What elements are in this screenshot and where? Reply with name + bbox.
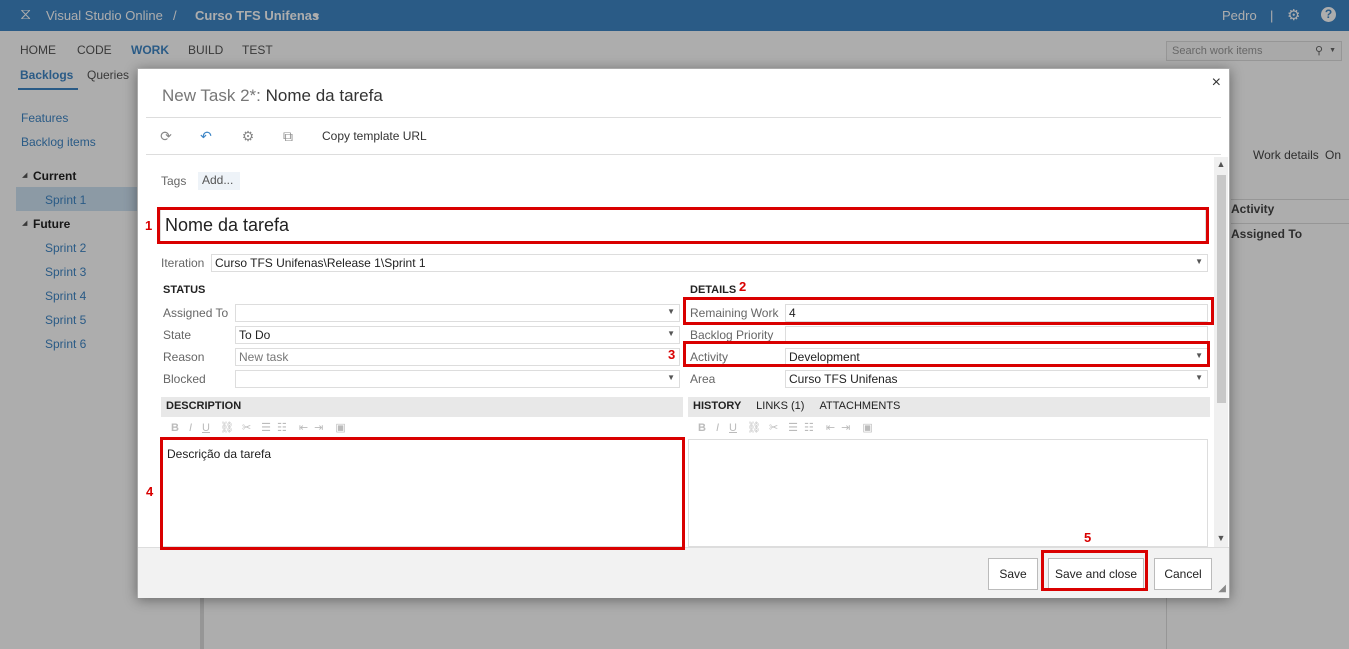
underline-icon[interactable]: U [202, 422, 210, 434]
numbered-list-icon[interactable]: ☷ [804, 422, 814, 434]
tags-label: Tags [161, 174, 187, 188]
status-heading: STATUS [163, 284, 206, 296]
resize-handle-icon[interactable]: ◢ [1218, 583, 1226, 594]
copy-template-url-button[interactable]: Copy template URL [322, 129, 427, 143]
italic-icon[interactable]: I [189, 422, 192, 434]
reason-field[interactable]: New task [235, 348, 680, 366]
close-icon[interactable]: × [1212, 74, 1221, 92]
history-editor[interactable] [688, 439, 1208, 547]
refresh-icon[interactable]: ⟳ [158, 128, 174, 144]
annotation-number: 2 [739, 279, 747, 294]
dialog-title-prefix: New Task 2*: [162, 86, 261, 105]
image-icon[interactable]: ▣ [862, 422, 872, 434]
scroll-thumb[interactable] [1217, 175, 1226, 403]
annotation-box-save-and-close [1041, 550, 1148, 591]
history-format-toolbar: B I U ⛓ ✂ ☰ ☷ ⇤ ⇥ ▣ [698, 421, 873, 441]
reason-value: New task [239, 350, 289, 364]
tab-history[interactable]: HISTORY [693, 400, 741, 412]
unlink-icon[interactable]: ✂ [242, 422, 251, 434]
area-select[interactable]: Curso TFS Unifenas ▼ [785, 370, 1208, 388]
dialog-toolbar: ⟳ ↶ ⚙ ⧉ Copy template URL [146, 117, 1221, 155]
area-value: Curso TFS Unifenas [789, 372, 898, 386]
numbered-list-icon[interactable]: ☷ [277, 422, 287, 434]
reason-label: Reason [163, 350, 205, 364]
state-label: State [163, 328, 192, 342]
assigned-to-select[interactable]: ▼ [235, 304, 680, 322]
annotation-box-remaining-work [683, 297, 1214, 325]
unlink-icon[interactable]: ✂ [769, 422, 778, 434]
indent-icon[interactable]: ⇥ [841, 422, 850, 434]
cancel-button[interactable]: Cancel [1154, 558, 1212, 590]
history-links-attachments-tabs: HISTORY LINKS (1) ATTACHMENTS [688, 397, 1210, 417]
annotation-number: 5 [1084, 530, 1092, 545]
outdent-icon[interactable]: ⇤ [299, 422, 308, 434]
outdent-icon[interactable]: ⇤ [826, 422, 835, 434]
link-icon[interactable]: ⛓ [747, 422, 761, 434]
scroll-down-icon[interactable]: ▼ [1215, 533, 1227, 543]
annotation-box-title [157, 207, 1209, 244]
image-icon[interactable]: ▣ [335, 422, 345, 434]
dialog-title: New Task 2*: Nome da tarefa [162, 86, 383, 106]
italic-icon[interactable]: I [716, 422, 719, 434]
annotation-box-activity [683, 341, 1210, 367]
backlog-priority-label: Backlog Priority [690, 328, 774, 342]
annotation-number: 4 [146, 484, 154, 499]
dialog-title-name: Nome da tarefa [265, 86, 383, 105]
scrollbar[interactable]: ▲ ▼ [1214, 157, 1228, 547]
chevron-down-icon[interactable]: ▼ [667, 329, 675, 338]
annotation-number: 1 [145, 218, 153, 233]
iteration-label: Iteration [161, 256, 205, 270]
bold-icon[interactable]: B [698, 422, 706, 434]
state-value: To Do [239, 328, 271, 342]
chevron-down-icon[interactable]: ▼ [667, 373, 675, 382]
area-label: Area [690, 372, 716, 386]
template-icon[interactable]: ⚙ [240, 128, 256, 144]
iteration-value: Curso TFS Unifenas\Release 1\Sprint 1 [215, 256, 426, 270]
annotation-box-description [160, 437, 685, 550]
link-icon[interactable]: ⛓ [220, 422, 234, 434]
scroll-up-icon[interactable]: ▲ [1215, 159, 1227, 169]
state-select[interactable]: To Do ▼ [235, 326, 680, 344]
tab-description[interactable]: DESCRIPTION [161, 397, 683, 417]
underline-icon[interactable]: U [729, 422, 737, 434]
iteration-select[interactable]: Curso TFS Unifenas\Release 1\Sprint 1 ▼ [211, 254, 1208, 272]
copy-icon[interactable]: ⧉ [280, 128, 296, 144]
indent-icon[interactable]: ⇥ [314, 422, 323, 434]
tab-attachments[interactable]: ATTACHMENTS [820, 400, 901, 412]
bullet-list-icon[interactable]: ☰ [261, 422, 271, 434]
chevron-down-icon[interactable]: ▼ [667, 307, 675, 316]
details-heading: DETAILS [690, 284, 737, 296]
bold-icon[interactable]: B [171, 422, 179, 434]
chevron-down-icon[interactable]: ▼ [1195, 257, 1203, 266]
undo-icon[interactable]: ↶ [198, 128, 214, 144]
bullet-list-icon[interactable]: ☰ [788, 422, 798, 434]
blocked-label: Blocked [163, 372, 206, 386]
chevron-down-icon[interactable]: ▼ [1195, 373, 1203, 382]
assigned-to-label: Assigned To [163, 306, 229, 320]
save-button[interactable]: Save [988, 558, 1038, 590]
annotation-number: 3 [668, 347, 676, 362]
add-tag-button[interactable]: Add... [198, 172, 240, 190]
tab-links[interactable]: LINKS (1) [756, 400, 804, 412]
blocked-select[interactable]: ▼ [235, 370, 680, 388]
